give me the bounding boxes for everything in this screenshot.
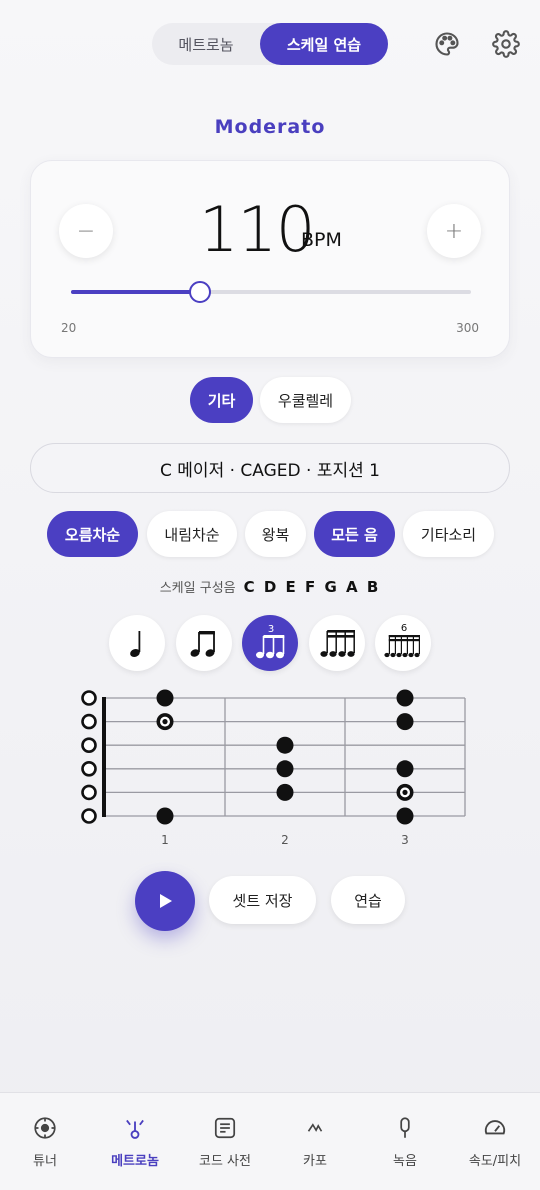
decrease-bpm-button[interactable]: −	[59, 204, 113, 258]
triplet-icon: 3	[256, 624, 285, 659]
sixteenth-notes-icon	[320, 630, 355, 657]
bpm-slider[interactable]	[71, 281, 471, 303]
nav-capo[interactable]: 카포	[270, 1093, 360, 1190]
nav-speed-pitch-label: 속도/피치	[468, 1154, 522, 1169]
note-dot	[276, 736, 294, 754]
note-dot	[276, 783, 294, 801]
nav-metronome-label: 메트로놈	[111, 1154, 159, 1169]
sixteenth-notes-button[interactable]	[309, 615, 365, 671]
open-string-marker	[81, 713, 97, 730]
open-string-marker	[81, 761, 97, 777]
note-dot	[396, 689, 414, 707]
instrument-ukulele[interactable]: 우쿨렐레	[260, 377, 351, 423]
slider-max-label: 300	[456, 321, 479, 335]
slider-min-label: 20	[61, 321, 77, 335]
open-string-marker	[81, 690, 97, 706]
note-dot	[396, 807, 414, 825]
mode-segmented-control: 메트로놈 스케일 연습	[152, 23, 388, 65]
play-button[interactable]	[135, 871, 195, 931]
fret-number-2: 2	[281, 833, 289, 847]
note-dot	[396, 760, 414, 778]
capo-icon	[300, 1113, 330, 1143]
sextuplet-icon: 6	[384, 623, 421, 658]
mode-ascending[interactable]: 오름차순	[47, 511, 138, 557]
tuner-icon	[30, 1113, 60, 1143]
fret-number-1: 1	[161, 833, 169, 847]
mode-descending[interactable]: 내림차순	[147, 511, 237, 557]
play-icon	[160, 894, 172, 908]
metronome-icon	[120, 1113, 150, 1143]
nav-tuner-label: 튜너	[33, 1154, 57, 1169]
nut	[102, 697, 106, 817]
nav-recording[interactable]: 녹음	[360, 1093, 450, 1190]
note-dot	[156, 689, 174, 707]
tab-scale-practice[interactable]: 스케일 연습	[260, 23, 388, 65]
note-dot	[276, 760, 294, 778]
nav-metronome[interactable]: 메트로놈	[90, 1093, 180, 1190]
eighth-notes-icon	[190, 631, 215, 657]
scale-notes-value: C D E F G A B	[243, 578, 381, 596]
tempo-marking: Moderato	[214, 116, 326, 138]
nav-chord-dictionary-label: 코드 사전	[199, 1154, 251, 1169]
scale-notes-label: 스케일 구성음	[159, 581, 236, 596]
scale-title: C 메이저 · CAGED · 포지션 1	[160, 460, 380, 481]
sextuplet-number: 6	[401, 623, 407, 634]
mode-round-trip[interactable]: 왕복	[245, 511, 306, 557]
bpm-slider-thumb[interactable]	[188, 281, 211, 303]
root-note-center	[162, 719, 168, 725]
open-string-marker	[81, 784, 97, 801]
nav-recording-label: 녹음	[393, 1154, 417, 1169]
nav-capo-label: 카포	[303, 1154, 327, 1169]
sextuplet-button[interactable]: 6	[375, 615, 431, 671]
bottom-navigation: 튜너 메트로놈 코드 사전 카포 녹음 속도/피치	[0, 1092, 540, 1190]
bpm-value: 110	[199, 193, 315, 266]
save-set-button[interactable]: 셋트 저장	[209, 876, 316, 924]
mode-all-notes[interactable]: 모든 음	[314, 511, 395, 557]
scale-selector[interactable]: C 메이저 · CAGED · 포지션 1	[30, 443, 510, 493]
open-string-marker	[81, 737, 97, 754]
bpm-card: − 110 BPM + 20 300	[30, 160, 510, 358]
increase-bpm-button[interactable]: +	[427, 204, 481, 258]
note-dot	[396, 713, 414, 731]
triplet-number: 3	[268, 624, 274, 635]
root-note-center	[402, 789, 408, 795]
speedometer-icon	[480, 1113, 510, 1143]
palette-icon[interactable]	[431, 28, 463, 60]
instrument-guitar[interactable]: 기타	[190, 377, 253, 423]
chord-dictionary-icon	[210, 1113, 240, 1143]
bpm-slider-fill	[71, 290, 200, 294]
note-dot	[156, 807, 174, 825]
tab-metronome[interactable]: 메트로놈	[152, 23, 260, 65]
fretboard: 1 2 3	[78, 686, 478, 856]
fretboard-diagram	[81, 689, 466, 825]
nav-speed-pitch[interactable]: 속도/피치	[450, 1093, 540, 1190]
gear-icon[interactable]	[490, 28, 522, 60]
open-string-marker	[81, 808, 97, 824]
triplet-button[interactable]: 3	[242, 615, 298, 671]
microphone-icon	[390, 1113, 420, 1143]
quarter-note-icon	[130, 631, 141, 657]
fret-number-3: 3	[401, 833, 409, 847]
eighth-notes-button[interactable]	[176, 615, 232, 671]
bpm-unit: BPM	[301, 229, 342, 251]
nav-tuner[interactable]: 튜너	[0, 1093, 90, 1190]
scale-notes: 스케일 구성음 C D E F G A B	[0, 577, 540, 596]
mode-guitar-sound[interactable]: 기타소리	[403, 511, 494, 557]
quarter-note-button[interactable]	[109, 615, 165, 671]
nav-chord-dictionary[interactable]: 코드 사전	[180, 1093, 270, 1190]
practice-button[interactable]: 연습	[331, 876, 405, 924]
